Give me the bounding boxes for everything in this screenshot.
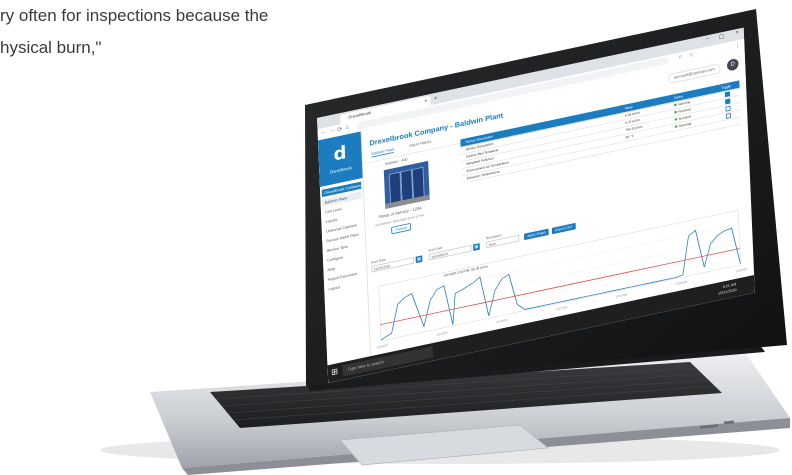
x-tick-label: 12/15/20 [436,330,448,336]
apply-graph-button[interactable]: Apply Graph [523,228,549,241]
minimize-button[interactable]: – [706,36,709,42]
maximize-button[interactable]: ▢ [719,33,725,40]
x-tick-label: 12/17/20 [556,305,568,311]
star-icon[interactable]: ☆ [688,51,693,59]
status-dot-icon [674,125,678,129]
clock: 9:21 AM 10/21/2020 [718,281,737,296]
equipment-photo [383,160,430,209]
x-tick-label: 12/20/20 [736,267,748,273]
window-close-button[interactable]: × [735,29,739,35]
home-icon[interactable]: ⌂ [345,124,349,130]
x-tick-label: 12/16/20 [496,318,508,324]
status-dot-icon [674,103,677,107]
search-icon[interactable]: ⌕ [679,54,682,61]
status-dot-icon [674,111,677,114]
forward-icon[interactable]: → [329,127,335,134]
new-tab-button[interactable]: + [434,94,438,102]
status-dot-icon [674,118,678,122]
back-icon[interactable]: ← [321,129,327,136]
x-tick-label: 12/14/20 [376,343,388,349]
refresh-button[interactable]: Refresh [391,222,412,235]
export-csv-button[interactable]: Export CSV [551,222,576,235]
windows-start-icon[interactable]: ⊞ [331,367,338,377]
x-tick-label: 12/18/20 [616,292,628,298]
reload-icon[interactable]: ⟳ [337,126,342,133]
user-account[interactable]: account@domain.com [667,63,721,85]
calendar-icon[interactable]: ▦ [473,243,480,251]
brand-logo[interactable]: d Drexelbrook [317,131,363,188]
menu-icon[interactable]: ⋮ [734,41,740,49]
calendar-icon[interactable]: ▦ [415,255,423,264]
sidebar: d Drexelbrook Drexelbrook Company Baldwin… [317,131,372,383]
x-tick-label: 12/19/20 [676,280,688,286]
avatar[interactable]: D [726,57,739,72]
